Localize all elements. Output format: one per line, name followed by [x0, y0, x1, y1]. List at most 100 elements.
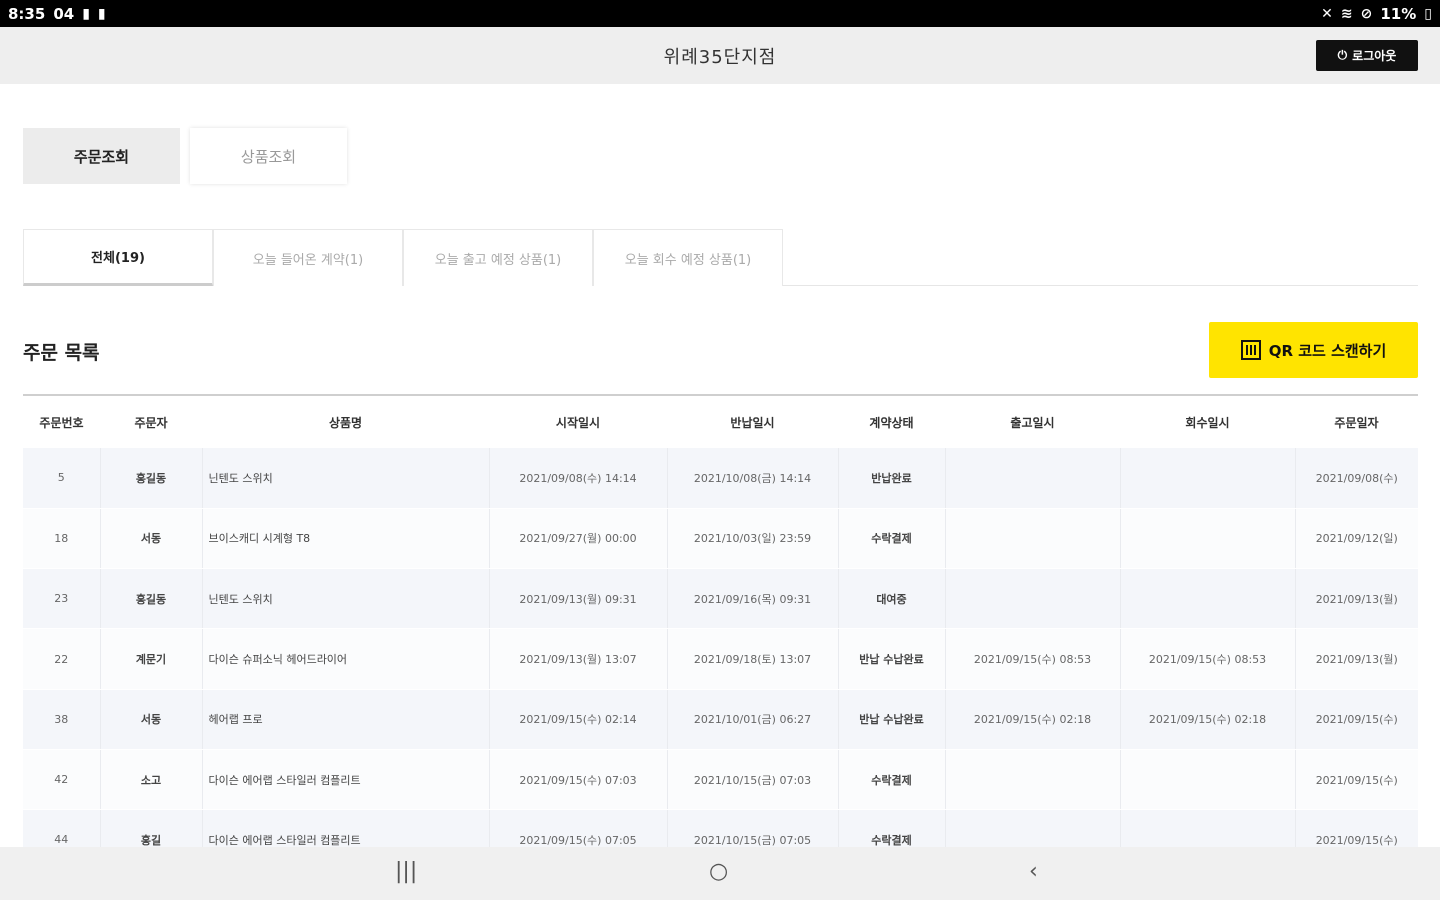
notification-icon-2: ▮	[97, 5, 106, 22]
cell-orderer: 홍길동	[100, 448, 203, 509]
cell-shipping-datetime	[945, 809, 1121, 847]
table-row[interactable]: 22 계문기 다이슨 슈퍼소닉 헤어드라이어 2021/09/13(월) 13:…	[23, 628, 1418, 690]
cell-order-number: 18	[23, 508, 101, 570]
cell-collection-datetime	[1120, 448, 1296, 509]
clock-text: 8:35	[8, 4, 46, 23]
table-row[interactable]: 38 서동 헤어랩 프로 2021/09/15(수) 02:14 2021/10…	[23, 689, 1418, 750]
cell-contract-status: 반납 수납완료	[838, 628, 946, 690]
recent-apps-icon[interactable]: |||	[395, 859, 417, 884]
table-row[interactable]: 42 소고 다이슨 에어랩 스타일러 컴플리트 2021/09/15(수) 07…	[23, 749, 1418, 811]
col-orderer: 주문자	[100, 396, 202, 448]
cell-order-date: 2021/09/13(월)	[1295, 568, 1418, 630]
order-list-title: 주문 목록	[23, 342, 100, 364]
filter-tab-today-shipping[interactable]: 오늘 출고 예정 상품(1)	[403, 229, 593, 286]
table-header: 주문번호 주문자 상품명 시작일시 반납일시 계약상태 출고일시 회수일시 주문…	[23, 396, 1418, 448]
col-start-datetime: 시작일시	[489, 396, 667, 448]
cell-collection-datetime	[1120, 508, 1296, 570]
filter-tab-today-return[interactable]: 오늘 회수 예정 상품(1)	[593, 229, 783, 286]
tab-order-inquiry[interactable]: 주문조회	[23, 128, 180, 184]
filter-tab-all[interactable]: 전체(19)	[23, 229, 213, 286]
cell-order-number: 44	[23, 809, 101, 847]
cell-contract-status: 수락결제	[838, 749, 946, 811]
cell-return-datetime: 2021/10/15(금) 07:05	[667, 809, 839, 847]
cell-product-name: 다이슨 슈퍼소닉 헤어드라이어	[202, 628, 490, 690]
cell-order-number: 42	[23, 749, 101, 811]
cell-start-datetime: 2021/09/15(수) 07:05	[489, 809, 668, 847]
app-bar: 위례35단지점 ⏻ 로그아웃	[0, 27, 1440, 84]
cell-shipping-datetime	[945, 448, 1121, 509]
table-row[interactable]: 5 홍길동 닌텐도 스위치 2021/09/08(수) 14:14 2021/1…	[23, 448, 1418, 509]
store-title: 위례35단지점	[663, 46, 777, 68]
cell-orderer: 서동	[100, 508, 203, 570]
cell-collection-datetime	[1120, 809, 1296, 847]
system-nav-bar: ||| ○ ‹	[0, 847, 1440, 900]
col-order-number: 주문번호	[23, 396, 100, 448]
col-contract-status: 계약상태	[838, 396, 945, 448]
col-return-datetime: 반납일시	[667, 396, 838, 448]
cell-contract-status: 수락결제	[838, 508, 946, 570]
cell-contract-status: 수락결제	[838, 809, 946, 847]
cell-product-name: 닌텐도 스위치	[202, 568, 490, 630]
cell-order-date: 2021/09/15(수)	[1295, 689, 1418, 750]
logout-button[interactable]: ⏻ 로그아웃	[1316, 40, 1418, 71]
cell-order-date: 2021/09/12(일)	[1295, 508, 1418, 570]
orders-table: 주문번호 주문자 상품명 시작일시 반납일시 계약상태 출고일시 회수일시 주문…	[23, 396, 1418, 847]
col-product-name: 상품명	[202, 396, 489, 448]
filter-tab-today-contracts[interactable]: 오늘 들어온 계약(1)	[213, 229, 403, 286]
cell-collection-datetime	[1120, 749, 1296, 811]
cell-start-datetime: 2021/09/15(수) 07:03	[489, 749, 668, 811]
power-icon: ⏻	[1337, 48, 1348, 62]
cell-return-datetime: 2021/10/03(일) 23:59	[667, 508, 839, 570]
cell-return-datetime: 2021/10/08(금) 14:14	[667, 448, 839, 509]
notification-icon: ▮	[82, 5, 90, 22]
cell-collection-datetime: 2021/09/15(수) 02:18	[1120, 689, 1296, 750]
alarm-icon: ⊘	[1360, 5, 1373, 22]
table-row[interactable]: 18 서동 브이스캐디 시계형 T8 2021/09/27(월) 00:00 2…	[23, 508, 1418, 570]
battery-text: 11%	[1380, 4, 1417, 23]
home-icon[interactable]: ○	[709, 859, 728, 884]
cell-product-name: 닌텐도 스위치	[202, 448, 490, 509]
cell-shipping-datetime: 2021/09/15(수) 02:18	[945, 689, 1121, 750]
cell-return-datetime: 2021/09/18(토) 13:07	[667, 628, 839, 690]
table-row[interactable]: 23 홍길동 닌텐도 스위치 2021/09/13(월) 09:31 2021/…	[23, 568, 1418, 630]
cell-orderer: 계문기	[100, 628, 203, 690]
cell-orderer: 서동	[100, 689, 203, 750]
qr-scan-button[interactable]: QR 코드 스캔하기	[1209, 322, 1418, 378]
cell-order-date: 2021/09/08(수)	[1295, 448, 1418, 509]
cell-collection-datetime	[1120, 568, 1296, 630]
status-bar: 8:35 04 ▮ ▮ ✕ ≋ ⊘ 11% ▯	[0, 0, 1440, 27]
col-order-date: 주문일자	[1295, 396, 1418, 448]
qr-code-icon	[1240, 340, 1261, 360]
cell-start-datetime: 2021/09/08(수) 14:14	[489, 448, 668, 509]
cell-shipping-datetime	[945, 508, 1121, 570]
qr-scan-label: QR 코드 스캔하기	[1268, 341, 1387, 360]
cell-contract-status: 반납완료	[838, 448, 946, 509]
col-collection-datetime: 회수일시	[1120, 396, 1295, 448]
wifi-icon: ≋	[1340, 5, 1353, 22]
cell-order-date: 2021/09/13(월)	[1295, 628, 1418, 690]
battery-icon: ▯	[1424, 5, 1432, 22]
table-header-row: 주문번호 주문자 상품명 시작일시 반납일시 계약상태 출고일시 회수일시 주문…	[23, 396, 1418, 448]
cell-order-number: 23	[23, 568, 101, 630]
cell-product-name: 헤어랩 프로	[202, 689, 490, 750]
cell-orderer: 홍길	[100, 809, 203, 847]
cell-order-date: 2021/09/15(수)	[1295, 749, 1418, 811]
cell-shipping-datetime: 2021/09/15(수) 08:53	[945, 628, 1121, 690]
cell-order-number: 5	[23, 448, 101, 509]
table-row[interactable]: 44 홍길 다이슨 에어랩 스타일러 컴플리트 2021/09/15(수) 07…	[23, 809, 1418, 847]
logout-label: 로그아웃	[1352, 49, 1397, 63]
cell-order-number: 38	[23, 689, 101, 750]
cell-order-date: 2021/09/15(수)	[1295, 809, 1418, 847]
cell-order-number: 22	[23, 628, 101, 690]
tab-product-inquiry[interactable]: 상품조회	[190, 128, 347, 184]
cell-product-name: 다이슨 에어랩 스타일러 컴플리트	[202, 809, 490, 847]
cell-contract-status: 반납 수납완료	[838, 689, 946, 750]
indicator-text: 04	[53, 4, 75, 23]
back-icon[interactable]: ‹	[1029, 859, 1038, 884]
cell-product-name: 브이스캐디 시계형 T8	[202, 508, 490, 570]
mute-icon: ✕	[1321, 5, 1333, 22]
main-tabs: 주문조회 상품조회	[23, 128, 347, 184]
orders-table-container[interactable]: 주문번호 주문자 상품명 시작일시 반납일시 계약상태 출고일시 회수일시 주문…	[23, 394, 1418, 847]
cell-start-datetime: 2021/09/15(수) 02:14	[489, 689, 668, 750]
cell-product-name: 다이슨 에어랩 스타일러 컴플리트	[202, 749, 490, 811]
